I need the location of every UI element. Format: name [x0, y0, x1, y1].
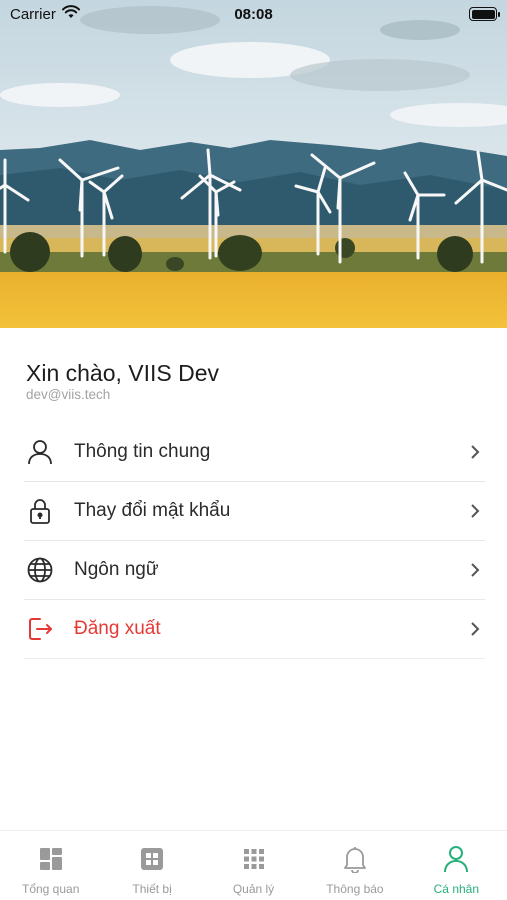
bell-icon [341, 845, 369, 873]
tab-label: Thông báo [326, 882, 384, 896]
tab-profile[interactable]: Cá nhân [406, 831, 507, 900]
chevron-right-icon [465, 501, 485, 521]
user-email: dev@viis.tech [26, 387, 111, 402]
menu-item-general-info[interactable]: Thông tin chung [24, 423, 485, 482]
globe-icon [24, 554, 56, 586]
menu-item-label: Thông tin chung [74, 441, 211, 462]
tab-label: Cá nhân [433, 882, 480, 896]
menu-item-language[interactable]: Ngôn ngữ [24, 541, 485, 600]
menu-item-label: Đăng xuất [74, 618, 161, 639]
logout-icon [24, 613, 56, 645]
wifi-icon [61, 5, 80, 23]
menu-item-label: Ngôn ngữ [74, 559, 159, 580]
menu-item-change-password[interactable]: Thay đổi mật khẩu [24, 482, 485, 541]
dashboard-icon [37, 845, 65, 873]
user-icon [24, 436, 56, 468]
chevron-right-icon [465, 560, 485, 580]
person-icon [442, 845, 470, 873]
battery-icon [469, 7, 500, 21]
chevron-right-icon [465, 442, 485, 462]
lock-icon [24, 495, 56, 527]
menu-item-label: Thay đổi mật khẩu [74, 500, 231, 521]
carrier-label: Carrier [10, 5, 56, 23]
bottom-tab-bar: Tổng quan Thiết bị Quản lý Thông báo Cá … [0, 830, 507, 900]
profile-cover-image [0, 0, 507, 328]
menu-item-logout[interactable]: Đăng xuất [24, 600, 485, 659]
tab-label: Quản lý [232, 882, 275, 896]
tab-management[interactable]: Quản lý [203, 831, 304, 900]
chevron-right-icon [465, 619, 485, 639]
grid-icon [240, 845, 268, 873]
status-bar: Carrier 08:08 [0, 0, 507, 28]
device-icon [138, 845, 166, 873]
profile-menu: Thông tin chung Thay đổi mật khẩu Ngôn n… [24, 423, 485, 659]
user-greeting: Xin chào, VIIS Dev [26, 360, 220, 386]
tab-devices[interactable]: Thiết bị [101, 831, 202, 900]
tab-label: Thiết bị [132, 882, 172, 896]
tab-label: Tổng quan [22, 882, 80, 896]
tab-overview[interactable]: Tổng quan [0, 831, 101, 900]
tab-notifications[interactable]: Thông báo [304, 831, 405, 900]
